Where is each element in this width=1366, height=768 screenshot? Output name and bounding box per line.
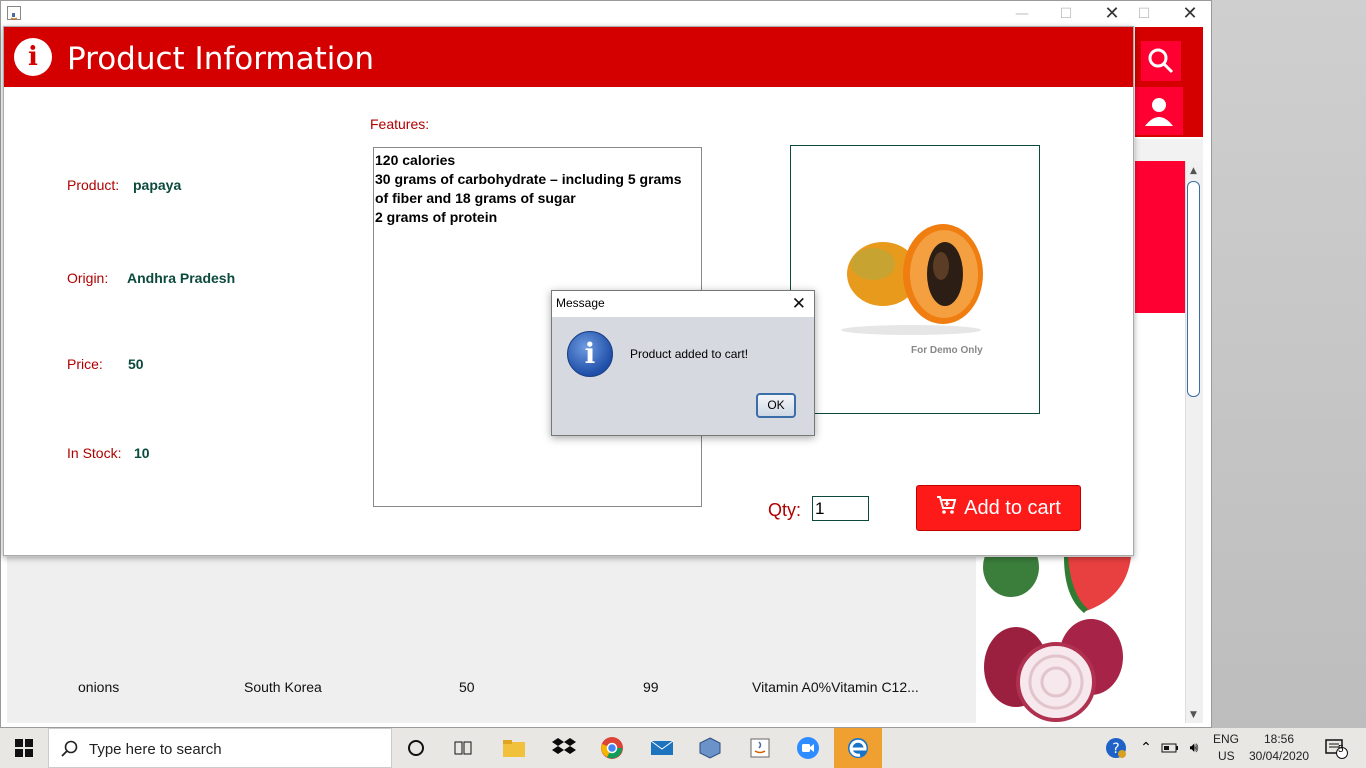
papaya-image (841, 224, 983, 335)
battery-icon[interactable] (1158, 728, 1182, 768)
edge-icon[interactable] (834, 728, 882, 768)
user-icon[interactable] (1135, 87, 1183, 135)
chrome-icon[interactable] (588, 728, 636, 768)
volume-icon[interactable]: 🔊︎ (1182, 728, 1206, 768)
task-view-icon[interactable] (440, 728, 488, 768)
scroll-up-arrow[interactable]: ▲ (1187, 165, 1200, 177)
windows-start-icon[interactable] (0, 728, 48, 768)
message-dialog: Message ✕ i Product added to cart! OK (551, 290, 815, 436)
back-window-close-button[interactable]: ✕ (1167, 4, 1213, 24)
row-product: onions (78, 679, 120, 695)
taskbar: Type here to search ? ⌃ 🔊︎ ENG US 18:56 … (0, 728, 1366, 768)
row-features: Vitamin A0%Vitamin C12... (752, 679, 919, 695)
dialog-title: Message (556, 296, 605, 310)
row-price: 50 (459, 679, 475, 695)
back-window-maximize-button[interactable]: ☐ (1121, 4, 1167, 24)
search-placeholder: Type here to search (89, 741, 222, 758)
search-icon (61, 740, 78, 757)
help-icon[interactable]: ? (1096, 728, 1136, 768)
origin-label: Origin: (67, 270, 109, 286)
scrollbar-thumb[interactable] (1187, 181, 1200, 397)
clock-time[interactable]: 18:56 (1264, 732, 1294, 746)
clock-date[interactable]: 30/04/2020 (1249, 749, 1309, 763)
product-info-header: i Product Information (4, 27, 1133, 87)
product-table (7, 557, 977, 723)
qty-label: Qty: (768, 500, 802, 520)
main-window-titlebar: — ☐ ✕ ☐ ✕ (1, 1, 1211, 27)
add-to-cart-button[interactable]: Add to cart (916, 485, 1081, 531)
side-banner (1135, 161, 1187, 313)
stock-label: In Stock: (67, 445, 122, 461)
chevron-up-icon[interactable]: ⌃ (1136, 728, 1156, 768)
product-value: papaya (133, 177, 182, 193)
virtualbox-icon[interactable] (686, 728, 734, 768)
zoom-icon[interactable] (784, 728, 832, 768)
dialog-titlebar: Message ✕ (552, 291, 814, 317)
cortana-icon[interactable] (392, 728, 440, 768)
ok-button[interactable]: OK (756, 393, 796, 418)
java-app-icon (7, 6, 21, 20)
origin-value: Andhra Pradesh (127, 270, 236, 286)
dialog-message: Product added to cart! (630, 347, 749, 361)
price-label: Price: (67, 356, 103, 372)
search-icon[interactable] (1141, 41, 1181, 81)
qty-input[interactable] (812, 496, 869, 521)
row-origin: South Korea (244, 679, 322, 695)
price-value: 50 (128, 356, 144, 372)
product-label: Product: (67, 177, 120, 193)
desktop-background (1212, 0, 1366, 728)
taskbar-search-box[interactable]: Type here to search (48, 728, 392, 768)
side-subheader (1135, 139, 1203, 162)
minimize-button[interactable]: — (999, 4, 1045, 24)
file-explorer-icon[interactable] (490, 728, 538, 768)
language-line1[interactable]: ENG (1213, 732, 1239, 746)
notification-count: 5 (1338, 744, 1344, 755)
maximize-button[interactable]: ☐ (1043, 4, 1089, 24)
table-image-column (976, 537, 1136, 723)
product-image-box: For Demo Only (790, 145, 1040, 414)
watermelon-onion-image (983, 537, 1131, 722)
dialog-close-icon[interactable]: ✕ (792, 294, 806, 314)
stock-value: 10 (134, 445, 150, 461)
cart-icon (936, 494, 958, 522)
java-icon[interactable] (736, 728, 784, 768)
add-to-cart-label: Add to cart (964, 496, 1061, 519)
mail-icon[interactable] (638, 728, 686, 768)
page-title: Product Information (67, 41, 375, 77)
scroll-down-arrow[interactable]: ▼ (1187, 709, 1200, 721)
row-stock: 99 (643, 679, 659, 695)
features-label: Features: (370, 116, 430, 132)
language-line2[interactable]: US (1218, 749, 1235, 763)
info-icon: i (14, 38, 52, 76)
notification-icon[interactable]: 5 (1316, 728, 1356, 768)
information-icon: i (567, 331, 613, 377)
image-caption: For Demo Only (911, 345, 983, 356)
dropbox-icon[interactable] (540, 728, 588, 768)
